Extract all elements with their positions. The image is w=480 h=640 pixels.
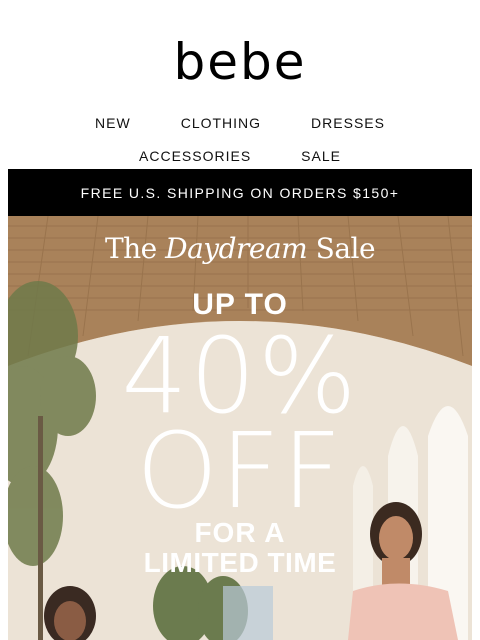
nav-new[interactable]: NEW [95, 115, 131, 131]
free-shipping-text: FREE U.S. SHIPPING ON ORDERS $150+ [80, 184, 400, 201]
hero-title-sale: Sale [315, 232, 376, 265]
hero-off: OFF [136, 410, 344, 532]
hero-for-a: FOR A [194, 517, 286, 548]
free-shipping-banner[interactable]: FREE U.S. SHIPPING ON ORDERS $150+ [8, 169, 472, 216]
nav-accessories[interactable]: ACCESSORIES [139, 148, 251, 164]
hero-title-daydream: Daydream [165, 232, 308, 265]
nav-sale[interactable]: SALE [301, 148, 341, 164]
main-nav-row-2: ACCESSORIES SALE [0, 148, 480, 164]
nav-clothing[interactable]: CLOTHING [181, 115, 261, 131]
hero-banner[interactable]: The Daydream Sale UP TO 40% OFF FOR A LI… [8, 216, 472, 640]
hero-title: The Daydream Sale [8, 232, 472, 265]
brand-logo[interactable]: bebe [174, 37, 307, 87]
logo-container[interactable]: bebe [0, 37, 480, 87]
main-nav-row-1: NEW CLOTHING DRESSES [0, 115, 480, 131]
nav-dresses[interactable]: DRESSES [311, 115, 385, 131]
hero-title-the: The [104, 232, 157, 265]
hero-limited-time: LIMITED TIME [143, 547, 337, 578]
